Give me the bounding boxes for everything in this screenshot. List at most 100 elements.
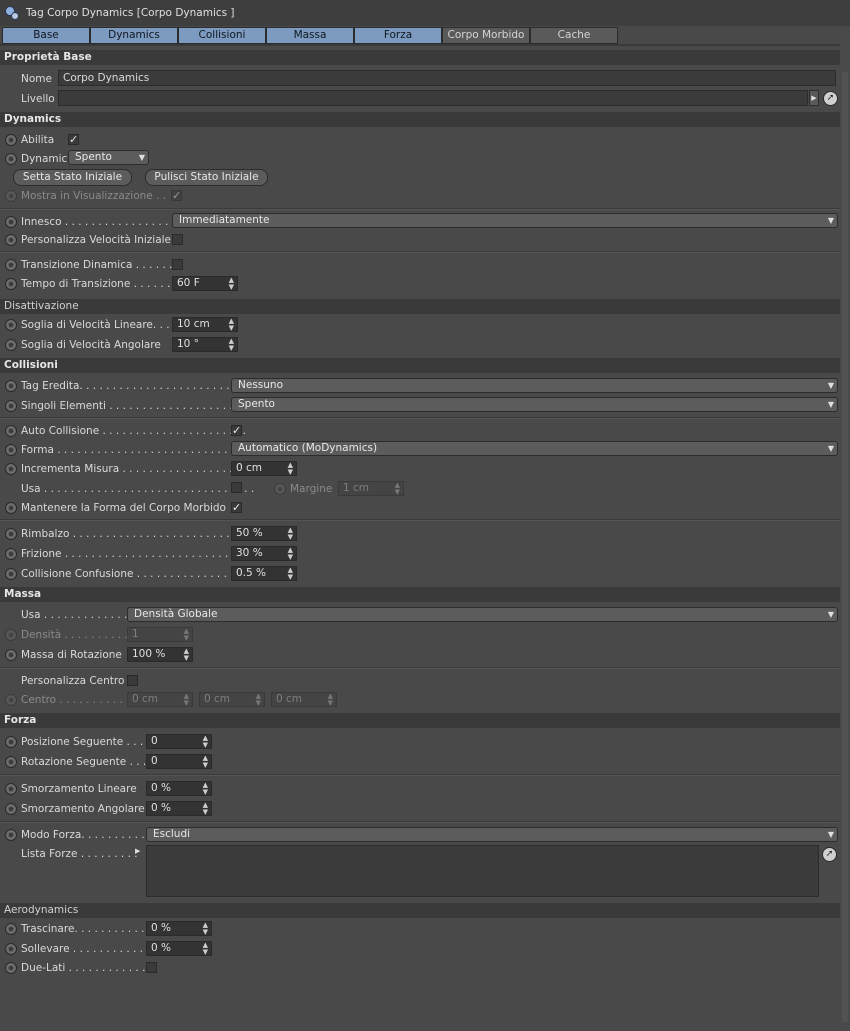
rotational-mass-label: Massa di Rotazione: [21, 649, 122, 661]
anim-radio-trigger[interactable]: [5, 216, 17, 228]
tab-force[interactable]: Forza: [354, 27, 442, 44]
force-list-label: Lista Forze . . . . . . . . .: [21, 848, 138, 860]
stepper-arrows-icon[interactable]: ▲ ▼: [203, 735, 208, 749]
enable-checkbox[interactable]: ✓: [68, 134, 79, 145]
chevron-down-icon: ▼: [138, 153, 145, 162]
anim-radio-angular-damping[interactable]: [5, 803, 17, 815]
chevron-down-icon: ▼: [827, 381, 834, 390]
anim-radio-dynamic-transition[interactable]: [5, 259, 17, 271]
self-collision-checkbox[interactable]: ✓: [231, 425, 242, 436]
follow-rotation-field[interactable]: 0 ▲ ▼: [146, 754, 212, 769]
center-z-field: 0 cm ▲ ▼: [271, 692, 337, 707]
divider: [0, 774, 840, 776]
section-header-deactivation: Disattivazione: [0, 299, 840, 314]
use-checkbox[interactable]: [231, 482, 242, 493]
rotational-mass-field[interactable]: 100 % ▲ ▼: [127, 647, 193, 662]
stepper-arrows-icon[interactable]: ▲ ▼: [184, 648, 189, 662]
tab-dynamics[interactable]: Dynamics: [90, 27, 178, 44]
angular-threshold-field[interactable]: 10 ° ▲ ▼: [172, 337, 238, 352]
lift-field[interactable]: 0 % ▲ ▼: [146, 941, 212, 956]
linear-threshold-label: Soglia di Velocità Lineare. . .: [21, 319, 170, 331]
use-label: Usa . . . . . . . . . . . . . . . . . . …: [21, 483, 255, 495]
tab-cache[interactable]: Cache: [530, 27, 618, 44]
keep-soft-shape-checkbox[interactable]: ✓: [231, 502, 242, 513]
linear-damping-field[interactable]: 0 % ▲ ▼: [146, 781, 212, 796]
transition-time-field[interactable]: 60 F ▲ ▼: [172, 276, 238, 291]
layer-arrow-icon[interactable]: ▶: [809, 90, 819, 106]
linear-threshold-field[interactable]: 10 cm ▲ ▼: [172, 317, 238, 332]
shape-dropdown[interactable]: Automatico (MoDynamics) ▼: [231, 441, 838, 456]
anim-radio-dynamic[interactable]: [5, 153, 17, 165]
anim-radio-bounce[interactable]: [5, 528, 17, 540]
anim-radio-shape[interactable]: [5, 444, 17, 456]
anim-radio-linear-threshold[interactable]: [5, 319, 17, 331]
anim-radio-collision-noise[interactable]: [5, 568, 17, 580]
anim-radio-linear-damping[interactable]: [5, 783, 17, 795]
dynamic-transition-checkbox[interactable]: [172, 259, 183, 270]
anim-radio-follow-rotation[interactable]: [5, 756, 17, 768]
clear-initial-state-button[interactable]: Pulisci Stato Iniziale: [145, 169, 268, 186]
anim-radio-inherit-tag[interactable]: [5, 380, 17, 392]
name-label: Nome: [21, 73, 52, 85]
linear-threshold-value: 10 cm: [177, 318, 210, 330]
stepper-arrows-icon[interactable]: ▲ ▼: [203, 802, 208, 816]
stepper-arrows-icon[interactable]: ▲ ▼: [203, 755, 208, 769]
stepper-arrows-icon[interactable]: ▲ ▼: [203, 942, 208, 956]
bounce-field[interactable]: 50 % ▲ ▼: [231, 526, 297, 541]
size-increment-field[interactable]: 0 cm ▲ ▼: [231, 461, 297, 476]
layer-picker-icon[interactable]: ➚: [823, 91, 838, 106]
stepper-arrows-icon[interactable]: ▲ ▼: [229, 277, 234, 291]
dynamic-dropdown[interactable]: Spento ▼: [68, 150, 149, 165]
anim-radio-follow-position[interactable]: [5, 736, 17, 748]
dynamics-tag-icon: [5, 6, 19, 20]
collision-noise-field[interactable]: 0.5 % ▲ ▼: [231, 566, 297, 581]
tab-mass[interactable]: Massa: [266, 27, 354, 44]
anim-radio-individual-elements[interactable]: [5, 400, 17, 412]
custom-center-checkbox[interactable]: [127, 675, 138, 686]
anim-radio-friction[interactable]: [5, 548, 17, 560]
angular-damping-field[interactable]: 0 % ▲ ▼: [146, 801, 212, 816]
anim-radio-force-mode[interactable]: [5, 829, 17, 841]
force-mode-dropdown[interactable]: Escludi ▼: [146, 827, 838, 842]
inherit-tag-dropdown[interactable]: Nessuno ▼: [231, 378, 838, 393]
anim-radio-lift[interactable]: [5, 943, 17, 955]
tab-base[interactable]: Base: [2, 27, 90, 44]
stepper-arrows-icon[interactable]: ▲ ▼: [229, 338, 234, 352]
individual-elements-dropdown[interactable]: Spento ▼: [231, 397, 838, 412]
anim-radio-drag[interactable]: [5, 923, 17, 935]
anim-radio-angular-threshold[interactable]: [5, 339, 17, 351]
anim-radio-rotational-mass[interactable]: [5, 649, 17, 661]
stepper-arrows-icon[interactable]: ▲ ▼: [229, 318, 234, 332]
stepper-arrows-icon[interactable]: ▲ ▼: [288, 527, 293, 541]
anim-radio-two-sided[interactable]: [5, 962, 17, 974]
follow-position-field[interactable]: 0 ▲ ▼: [146, 734, 212, 749]
anim-radio-transition-time[interactable]: [5, 278, 17, 290]
layer-field[interactable]: [58, 90, 808, 106]
force-list-box[interactable]: [146, 845, 819, 897]
friction-field[interactable]: 30 % ▲ ▼: [231, 546, 297, 561]
name-field[interactable]: Corpo Dynamics: [58, 70, 836, 86]
drag-field[interactable]: 0 % ▲ ▼: [146, 921, 212, 936]
anim-radio-keep-soft-shape[interactable]: [5, 502, 17, 514]
trigger-dropdown[interactable]: Immediatamente ▼: [172, 213, 838, 228]
stepper-arrows-icon[interactable]: ▲ ▼: [288, 547, 293, 561]
tab-soft-body[interactable]: Corpo Morbido: [442, 27, 530, 44]
anim-radio-self-collision[interactable]: [5, 425, 17, 437]
custom-velocity-checkbox[interactable]: [172, 234, 183, 245]
stepper-arrows-icon: ▲ ▼: [183, 692, 189, 707]
mass-use-dropdown[interactable]: Densità Globale ▼: [127, 607, 838, 622]
anim-radio-enable[interactable]: [5, 134, 17, 146]
dynamic-label: Dynamic: [21, 153, 68, 165]
anim-radio-size-increment[interactable]: [5, 463, 17, 475]
stepper-arrows-icon[interactable]: ▲ ▼: [288, 567, 293, 581]
tab-collisions[interactable]: Collisioni: [178, 27, 266, 44]
stepper-arrows-icon[interactable]: ▲ ▼: [203, 922, 208, 936]
stepper-arrows-icon[interactable]: ▲ ▼: [288, 462, 293, 476]
stepper-arrows-icon[interactable]: ▲ ▼: [203, 782, 208, 796]
force-list-picker-icon[interactable]: ➚: [822, 847, 837, 862]
set-initial-state-button[interactable]: Setta Stato Iniziale: [13, 169, 132, 186]
expand-arrow-icon[interactable]: ▶: [135, 847, 140, 855]
scrollbar-thumb[interactable]: [842, 72, 848, 1022]
anim-radio-custom-velocity[interactable]: [5, 234, 17, 246]
two-sided-checkbox[interactable]: [146, 962, 157, 973]
